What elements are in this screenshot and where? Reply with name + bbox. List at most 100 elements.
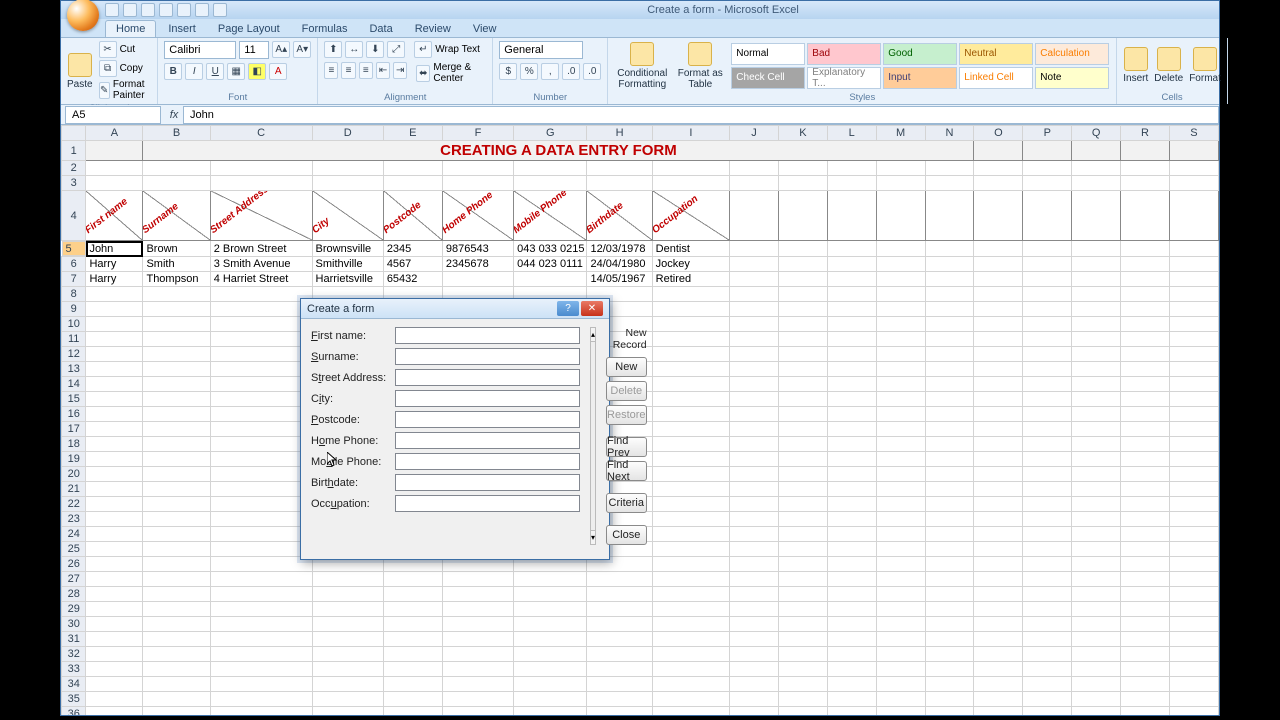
cell-C6[interactable]: 3 Smith Avenue bbox=[210, 257, 312, 272]
style-linked-cell[interactable]: Linked Cell bbox=[959, 67, 1033, 89]
cell-F7[interactable] bbox=[442, 272, 513, 287]
merge-center-button[interactable]: ⬌Merge & Center bbox=[416, 62, 486, 84]
format-cells-button[interactable]: Format bbox=[1189, 47, 1221, 84]
shrink-font-icon[interactable]: A▾ bbox=[293, 41, 311, 58]
col-header-S[interactable]: S bbox=[1169, 126, 1218, 141]
col-header-L[interactable]: L bbox=[827, 126, 876, 141]
col-header-M[interactable]: M bbox=[876, 126, 925, 141]
cell-H5[interactable]: 12/03/1978 bbox=[587, 241, 652, 257]
cell-A5[interactable]: John bbox=[86, 241, 143, 257]
cell-H6[interactable]: 24/04/1980 bbox=[587, 257, 652, 272]
tab-view[interactable]: View bbox=[463, 21, 507, 37]
header-occupation[interactable]: Occupation bbox=[652, 191, 729, 241]
row-header-17[interactable]: 17 bbox=[62, 422, 86, 437]
bold-button[interactable]: B bbox=[164, 63, 182, 80]
align-top-icon[interactable]: ⬆ bbox=[324, 41, 342, 58]
style-calculation[interactable]: Calculation bbox=[1035, 43, 1109, 65]
align-center-icon[interactable]: ≡ bbox=[341, 62, 355, 79]
cell-D7[interactable]: Harrietsville bbox=[312, 272, 383, 287]
col-header-N[interactable]: N bbox=[925, 126, 974, 141]
cell-R5[interactable] bbox=[1121, 241, 1170, 257]
header-mobile-phone[interactable]: Mobile Phone bbox=[514, 191, 587, 241]
row-header-21[interactable]: 21 bbox=[62, 482, 86, 497]
cell-F6[interactable]: 2345678 bbox=[442, 257, 513, 272]
header-postcode[interactable]: Postcode bbox=[383, 191, 442, 241]
col-header-O[interactable]: O bbox=[974, 126, 1023, 141]
dialog-help-button[interactable]: ? bbox=[557, 301, 579, 316]
fill-color-button[interactable]: ◧ bbox=[248, 63, 266, 80]
qat-print-icon[interactable] bbox=[159, 3, 173, 17]
comma-icon[interactable]: , bbox=[541, 63, 559, 80]
row-header-32[interactable]: 32 bbox=[62, 647, 86, 662]
align-right-icon[interactable]: ≡ bbox=[359, 62, 373, 79]
col-header-C[interactable]: C bbox=[210, 126, 312, 141]
col-header-H[interactable]: H bbox=[587, 126, 652, 141]
style-check-cell[interactable]: Check Cell bbox=[731, 67, 805, 89]
copy-button[interactable]: ⧉Copy bbox=[99, 60, 152, 77]
cell-M7[interactable] bbox=[876, 272, 925, 287]
col-header-P[interactable]: P bbox=[1023, 126, 1072, 141]
field-input-occupation[interactable] bbox=[395, 495, 580, 512]
dialog-titlebar[interactable]: Create a form ? ✕ bbox=[301, 299, 609, 319]
criteria-button[interactable]: Criteria bbox=[606, 493, 647, 513]
row-header-25[interactable]: 25 bbox=[62, 542, 86, 557]
cell-K5[interactable] bbox=[778, 241, 827, 257]
percent-icon[interactable]: % bbox=[520, 63, 538, 80]
style-explanatory-t-[interactable]: Explanatory T... bbox=[807, 67, 881, 89]
new-button[interactable]: New bbox=[606, 357, 647, 377]
cell-L6[interactable] bbox=[827, 257, 876, 272]
fill-button[interactable]: ▦Fill bbox=[1234, 54, 1259, 65]
row-header-23[interactable]: 23 bbox=[62, 512, 86, 527]
cell-G6[interactable]: 044 023 0111 bbox=[514, 257, 587, 272]
col-header-J[interactable]: J bbox=[730, 126, 779, 141]
cell-P5[interactable] bbox=[1023, 241, 1072, 257]
cell-E6[interactable]: 4567 bbox=[383, 257, 442, 272]
tab-data[interactable]: Data bbox=[359, 21, 402, 37]
col-header-Q[interactable]: Q bbox=[1072, 126, 1121, 141]
row-header-4[interactable]: 4 bbox=[62, 191, 86, 241]
dialog-close-button[interactable]: ✕ bbox=[581, 301, 603, 316]
cell-B6[interactable]: Smith bbox=[143, 257, 210, 272]
qat-open-icon[interactable] bbox=[195, 3, 209, 17]
cell-F5[interactable]: 9876543 bbox=[442, 241, 513, 257]
tab-home[interactable]: Home bbox=[105, 20, 156, 37]
row-header-11[interactable]: 11 bbox=[62, 332, 86, 347]
header-first-name[interactable]: First name bbox=[86, 191, 143, 241]
row-header-36[interactable]: 36 bbox=[62, 707, 86, 716]
cell-Q7[interactable] bbox=[1072, 272, 1121, 287]
field-input-home-phone[interactable] bbox=[395, 432, 580, 449]
tab-formulas[interactable]: Formulas bbox=[292, 21, 358, 37]
cell-N7[interactable] bbox=[925, 272, 974, 287]
font-name-select[interactable]: Calibri bbox=[164, 41, 236, 59]
style-note[interactable]: Note bbox=[1035, 67, 1109, 89]
currency-icon[interactable]: $ bbox=[499, 63, 517, 80]
row-header-15[interactable]: 15 bbox=[62, 392, 86, 407]
cell-B5[interactable]: Brown bbox=[143, 241, 210, 257]
italic-button[interactable]: I bbox=[185, 63, 203, 80]
name-box[interactable]: A5 bbox=[65, 106, 161, 124]
cell-P7[interactable] bbox=[1023, 272, 1072, 287]
row-header-5[interactable]: 5 bbox=[62, 241, 86, 256]
field-input-city[interactable] bbox=[395, 390, 580, 407]
align-left-icon[interactable]: ≡ bbox=[324, 62, 338, 79]
col-header-A[interactable]: A bbox=[86, 126, 143, 141]
autosum-button[interactable]: ΣAutoSum bbox=[1234, 41, 1280, 52]
row-header-3[interactable]: 3 bbox=[62, 176, 86, 191]
cell-D6[interactable]: Smithville bbox=[312, 257, 383, 272]
row-header-26[interactable]: 26 bbox=[62, 557, 86, 572]
cell-S5[interactable] bbox=[1169, 241, 1218, 257]
underline-button[interactable]: U bbox=[206, 63, 224, 80]
field-input-first-name[interactable] bbox=[395, 327, 580, 344]
cell-N5[interactable] bbox=[925, 241, 974, 257]
row-header-12[interactable]: 12 bbox=[62, 347, 86, 362]
header-city[interactable]: City bbox=[312, 191, 383, 241]
row-header-19[interactable]: 19 bbox=[62, 452, 86, 467]
header-surname[interactable]: Surname bbox=[143, 191, 210, 241]
cell-O5[interactable] bbox=[974, 241, 1023, 257]
field-input-mobile-phone[interactable] bbox=[395, 453, 580, 470]
dec-decimal-icon[interactable]: .0 bbox=[583, 63, 601, 80]
wrap-text-button[interactable]: ↵Wrap Text bbox=[414, 41, 480, 58]
style-input[interactable]: Input bbox=[883, 67, 957, 89]
find-prev-button[interactable]: Find Prev bbox=[606, 437, 647, 457]
col-header-E[interactable]: E bbox=[383, 126, 442, 141]
